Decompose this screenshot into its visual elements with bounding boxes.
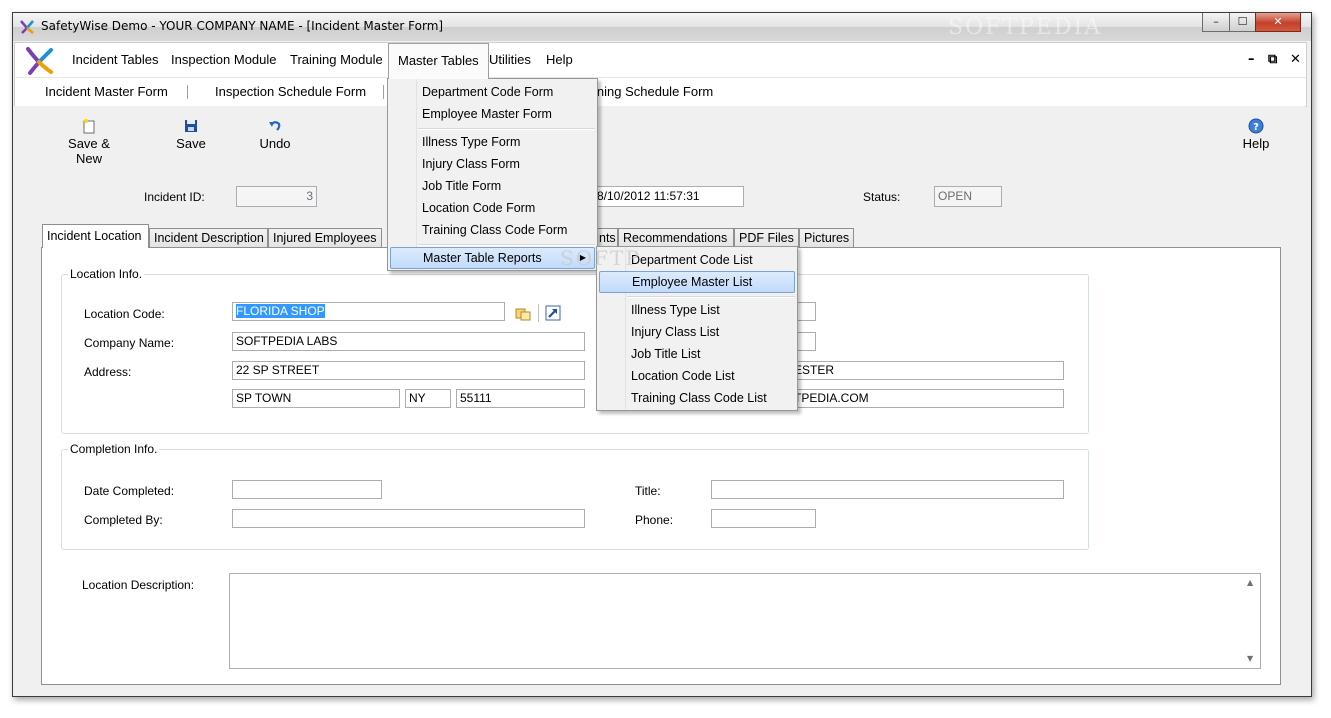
save-new-label: Save & New [68,136,110,166]
mdi-close-button[interactable]: ✕ [1290,52,1301,67]
menu-item-job-title-list[interactable]: Job Title List [599,343,795,365]
tab-incident-location[interactable]: Incident Location [42,224,149,248]
menu-item-illness-type-form[interactable]: Illness Type Form [390,131,595,153]
floppy-disk-icon [185,120,197,132]
incident-id-label: Incident ID: [144,190,205,204]
completed-by-label: Completed By: [84,513,163,527]
phone-field[interactable] [711,509,816,528]
title-field[interactable] [711,480,1064,499]
incident-id-field[interactable]: 3 [236,186,317,207]
help-label: Help [1242,136,1270,151]
help-button[interactable]: ? Help [1236,118,1276,151]
menu-item-training-class-code-form[interactable]: Training Class Code Form [390,219,595,241]
mdi-minimize-button[interactable]: – [1248,52,1255,67]
toolbar: Save & New Save Undo ? Help [14,106,1305,166]
address-field[interactable]: 22 SP STREET [232,361,585,380]
tab-pdf-files[interactable]: PDF Files [734,228,799,247]
status-field[interactable]: OPEN [934,186,1002,207]
submenu-separator [627,296,795,298]
zip-field[interactable]: 55111 [456,389,585,408]
new-document-icon [83,119,95,134]
save-new-button[interactable]: Save & New [56,118,122,166]
app-logo-icon [20,20,34,34]
tab-separator [383,85,384,99]
window-title: SafetyWise Demo - YOUR COMPANY NAME - [I… [41,19,444,33]
menu-item-employee-master-list[interactable]: Employee Master List [599,271,795,293]
mdi-restore-button[interactable]: ⧉ [1268,52,1277,67]
address-label: Address: [84,365,132,379]
undo-arrow-icon [269,121,281,131]
tab-incident-master-form[interactable]: Incident Master Form [45,78,168,106]
menu-item-illness-type-list[interactable]: Illness Type List [599,299,795,321]
completion-info-group: Completion Info. [61,442,1089,550]
menu-help[interactable]: Help [537,43,582,77]
title-bar[interactable]: SafetyWise Demo - YOUR COMPANY NAME - [I… [13,13,1311,41]
menu-bar: Incident Tables Inspection Module Traini… [14,42,1307,79]
company-name-field[interactable]: SOFTPEDIA LABS [232,332,585,351]
city-field[interactable]: SP TOWN [232,389,400,408]
tab-recommendations[interactable]: Recommendations [618,228,734,247]
menu-item-location-code-form[interactable]: Location Code Form [390,197,595,219]
button-divider [538,304,539,322]
menu-item-injury-class-form[interactable]: Injury Class Form [390,153,595,175]
tab-injured-employees[interactable]: Injured Employees [268,228,382,247]
save-label: Save [176,136,206,151]
minimize-button[interactable]: – [1202,13,1230,32]
location-info-title: Location Info. [68,267,145,281]
menu-item-location-code-list[interactable]: Location Code List [599,365,795,387]
date-completed-field[interactable] [232,480,382,499]
tab-pictures[interactable]: Pictures [799,228,854,247]
location-code-value: FLORIDA SHOP [236,304,325,318]
location-description-textarea[interactable]: ▲ ▼ [229,573,1261,669]
location-description-label: Location Description: [82,578,195,592]
location-code-label: Location Code: [84,307,165,321]
svg-text:?: ? [1253,122,1259,133]
save-button[interactable]: Save [174,118,208,151]
scroll-down-icon[interactable]: ▼ [1247,654,1253,663]
undo-label: Undo [259,136,291,151]
tab-inspection-schedule-form[interactable]: Inspection Schedule Form [215,78,366,106]
right-field-3[interactable]: ESTER [780,361,1064,380]
right-field-4[interactable]: TPEDIA.COM [780,389,1064,408]
softpedia-overlay-watermark: SOFTP [560,246,641,270]
location-info-group: Location Info. [61,267,1089,434]
softpedia-watermark: SOFTPEDIA [948,15,1103,40]
undo-button[interactable]: Undo [258,118,292,151]
lookup-folder-icon[interactable] [515,305,531,321]
location-code-field[interactable]: FLORIDA SHOP [232,302,505,321]
tab-separator [187,85,188,99]
title-label: Title: [635,484,661,498]
date-completed-label: Date Completed: [84,484,175,498]
tab-incident-description[interactable]: Incident Description [149,228,268,247]
phone-label: Phone: [635,513,674,527]
menu-utilities[interactable]: Utilities [480,43,540,77]
incident-date-field[interactable]: 8/10/2012 11:57:31 [591,186,744,207]
vertical-scrollbar[interactable]: ▲ ▼ [1243,574,1260,668]
open-link-arrow-icon[interactable] [545,305,561,321]
safetywise-logo-icon [26,47,53,75]
menu-item-master-table-reports-label: Master Table Reports [423,251,542,265]
menu-master-tables[interactable]: Master Tables [388,43,489,79]
status-label: Status: [863,190,901,204]
menu-item-job-title-form[interactable]: Job Title Form [390,175,595,197]
completion-info-title: Completion Info. [68,442,160,456]
company-name-label: Company Name: [84,336,175,350]
menu-item-department-code-form[interactable]: Department Code Form [390,81,595,103]
form-tab-strip: Incident Master Form Inspection Schedule… [14,77,1307,107]
menu-item-employee-master-form[interactable]: Employee Master Form [390,103,595,125]
maximize-button[interactable]: ☐ [1229,13,1256,32]
close-button[interactable]: ✕ [1255,13,1301,32]
scroll-up-icon[interactable]: ▲ [1247,578,1253,587]
help-question-icon: ? [1248,118,1264,134]
menu-training-module[interactable]: Training Module [281,43,392,77]
menu-separator [418,128,595,130]
master-tables-dropdown: Department Code Form Employee Master For… [387,78,598,271]
master-table-reports-submenu: Department Code List Employee Master Lis… [596,246,798,411]
menu-incident-tables[interactable]: Incident Tables [63,43,168,77]
state-field[interactable]: NY [405,389,451,408]
completed-by-field[interactable] [232,509,585,528]
menu-item-injury-class-list[interactable]: Injury Class List [599,321,795,343]
menu-inspection-module[interactable]: Inspection Module [162,43,286,77]
menu-item-training-class-code-list[interactable]: Training Class Code List [599,387,795,409]
